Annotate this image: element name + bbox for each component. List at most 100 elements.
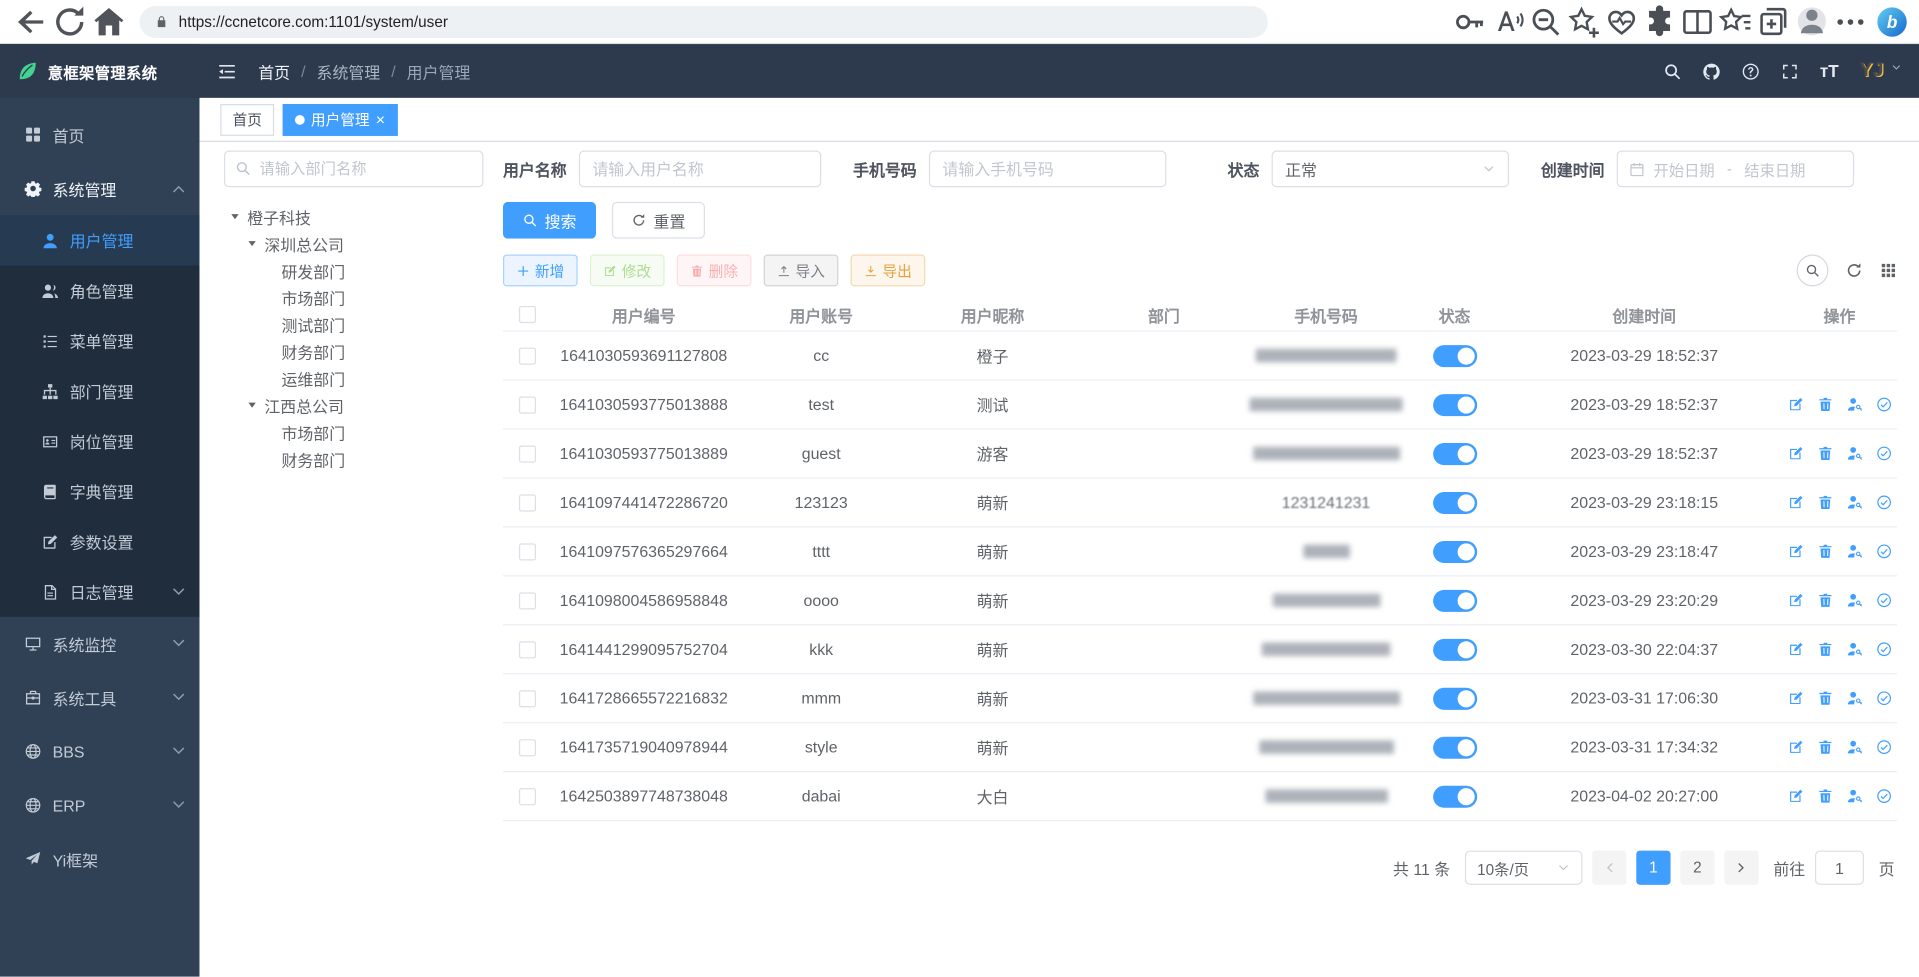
assign-role-button[interactable] (1876, 739, 1892, 755)
delete-row-button[interactable] (1817, 397, 1833, 413)
username-input[interactable] (579, 151, 821, 188)
sidebar-item-4[interactable]: BBS (0, 725, 199, 779)
bing-icon[interactable]: b (1877, 7, 1906, 36)
tab-user-management[interactable]: 用户管理 × (283, 103, 398, 135)
status-toggle[interactable] (1433, 638, 1477, 660)
sidebar-subitem-1-2[interactable]: 菜单管理 (0, 316, 199, 366)
extensions-icon[interactable] (1642, 3, 1676, 40)
search-button[interactable]: 搜索 (503, 202, 596, 239)
sidebar-subitem-1-0[interactable]: 用户管理 (0, 215, 199, 265)
row-checkbox[interactable] (519, 592, 536, 609)
app-logo[interactable]: 意框架管理系统 (0, 44, 199, 98)
browser-back-button[interactable] (12, 3, 49, 40)
edit-row-button[interactable] (1787, 543, 1803, 559)
sidebar-subitem-1-7[interactable]: 日志管理 (0, 567, 199, 617)
delete-row-button[interactable] (1817, 592, 1833, 608)
reset-password-button[interactable] (1846, 494, 1862, 510)
browser-refresh-button[interactable] (51, 3, 88, 40)
edit-row-button[interactable] (1787, 641, 1803, 657)
reset-password-button[interactable] (1846, 690, 1862, 706)
edit-row-button[interactable] (1787, 494, 1803, 510)
delete-row-button[interactable] (1817, 445, 1833, 461)
edit-button[interactable]: 修改 (590, 255, 665, 287)
status-toggle[interactable] (1433, 589, 1477, 611)
select-all-checkbox[interactable] (519, 306, 536, 323)
assign-role-button[interactable] (1876, 592, 1892, 608)
prev-page-button[interactable] (1592, 851, 1626, 885)
password-key-icon[interactable] (1453, 3, 1487, 40)
delete-row-button[interactable] (1817, 543, 1833, 559)
browser-home-button[interactable] (91, 3, 128, 40)
sidebar-item-3[interactable]: 系统工具 (0, 671, 199, 725)
status-toggle[interactable] (1433, 785, 1477, 807)
phone-input[interactable] (929, 151, 1166, 188)
date-range-picker[interactable]: 开始日期 - 结束日期 (1617, 151, 1854, 188)
fullscreen-icon[interactable] (1781, 62, 1799, 80)
page-button-1[interactable]: 1 (1636, 851, 1670, 885)
reset-password-button[interactable] (1846, 397, 1862, 413)
department-search-input[interactable] (224, 151, 483, 188)
tab-home[interactable]: 首页 (220, 103, 274, 135)
row-checkbox[interactable] (519, 347, 536, 364)
add-button[interactable]: 新增 (503, 255, 578, 287)
tree-node-8[interactable]: 市场部门 (224, 419, 483, 446)
status-toggle[interactable] (1433, 345, 1477, 367)
status-toggle[interactable] (1433, 736, 1477, 758)
tree-node-3[interactable]: 市场部门 (224, 284, 483, 311)
status-toggle[interactable] (1433, 687, 1477, 709)
row-checkbox[interactable] (519, 494, 536, 511)
edit-row-button[interactable] (1787, 592, 1803, 608)
row-checkbox[interactable] (519, 739, 536, 756)
user-avatar[interactable]: YJ (1860, 60, 1884, 82)
reset-password-button[interactable] (1846, 641, 1862, 657)
address-bar[interactable]: https://ccnetcore.com:1101/system/user (140, 6, 1268, 38)
reset-password-button[interactable] (1846, 543, 1862, 559)
assign-role-button[interactable] (1876, 494, 1892, 510)
edit-row-button[interactable] (1787, 445, 1803, 461)
assign-role-button[interactable] (1876, 641, 1892, 657)
reset-password-button[interactable] (1846, 739, 1862, 755)
row-checkbox[interactable] (519, 543, 536, 560)
page-button-2[interactable]: 2 (1680, 851, 1714, 885)
sidebar-item-1[interactable]: 系统管理 (0, 162, 199, 216)
delete-row-button[interactable] (1817, 788, 1833, 804)
row-checkbox[interactable] (519, 641, 536, 658)
breadcrumb-home[interactable]: 首页 (258, 59, 290, 82)
font-size-icon[interactable]: тT (1820, 61, 1839, 81)
tree-node-6[interactable]: 运维部门 (224, 365, 483, 392)
tree-node-0[interactable]: 橙子科技 (224, 203, 483, 230)
help-icon[interactable] (1742, 62, 1760, 80)
column-settings-button[interactable] (1880, 262, 1897, 279)
tree-node-2[interactable]: 研发部门 (224, 257, 483, 284)
row-checkbox[interactable] (519, 445, 536, 462)
edit-row-button[interactable] (1787, 690, 1803, 706)
sidebar-item-6[interactable]: Yi框架 (0, 832, 199, 886)
sidebar-subitem-1-6[interactable]: 参数设置 (0, 516, 199, 566)
tree-node-4[interactable]: 测试部门 (224, 311, 483, 338)
edit-row-button[interactable] (1787, 397, 1803, 413)
refresh-table-button[interactable] (1846, 262, 1863, 279)
browser-profile-avatar[interactable] (1798, 7, 1826, 35)
read-aloud-icon[interactable] (1491, 3, 1525, 40)
tree-node-5[interactable]: 财务部门 (224, 338, 483, 365)
row-checkbox[interactable] (519, 690, 536, 707)
tree-node-7[interactable]: 江西总公司 (224, 392, 483, 419)
sidebar-item-5[interactable]: ERP (0, 778, 199, 832)
row-checkbox[interactable] (519, 788, 536, 805)
favorites-bar-icon[interactable] (1718, 3, 1752, 40)
github-icon[interactable] (1702, 62, 1720, 80)
status-select[interactable]: 正常 (1272, 151, 1509, 188)
delete-row-button[interactable] (1817, 739, 1833, 755)
tree-node-1[interactable]: 深圳总公司 (224, 230, 483, 257)
goto-page-input[interactable] (1815, 851, 1864, 885)
toggle-search-button[interactable] (1797, 255, 1829, 287)
assign-role-button[interactable] (1876, 543, 1892, 559)
browser-essentials-icon[interactable] (1604, 3, 1638, 40)
collections-icon[interactable] (1756, 3, 1790, 40)
assign-role-button[interactable] (1876, 397, 1892, 413)
reset-password-button[interactable] (1846, 445, 1862, 461)
next-page-button[interactable] (1724, 851, 1758, 885)
zoom-icon[interactable] (1529, 3, 1563, 40)
close-tab-icon[interactable]: × (376, 111, 385, 127)
sidebar-subitem-1-1[interactable]: 角色管理 (0, 266, 199, 316)
